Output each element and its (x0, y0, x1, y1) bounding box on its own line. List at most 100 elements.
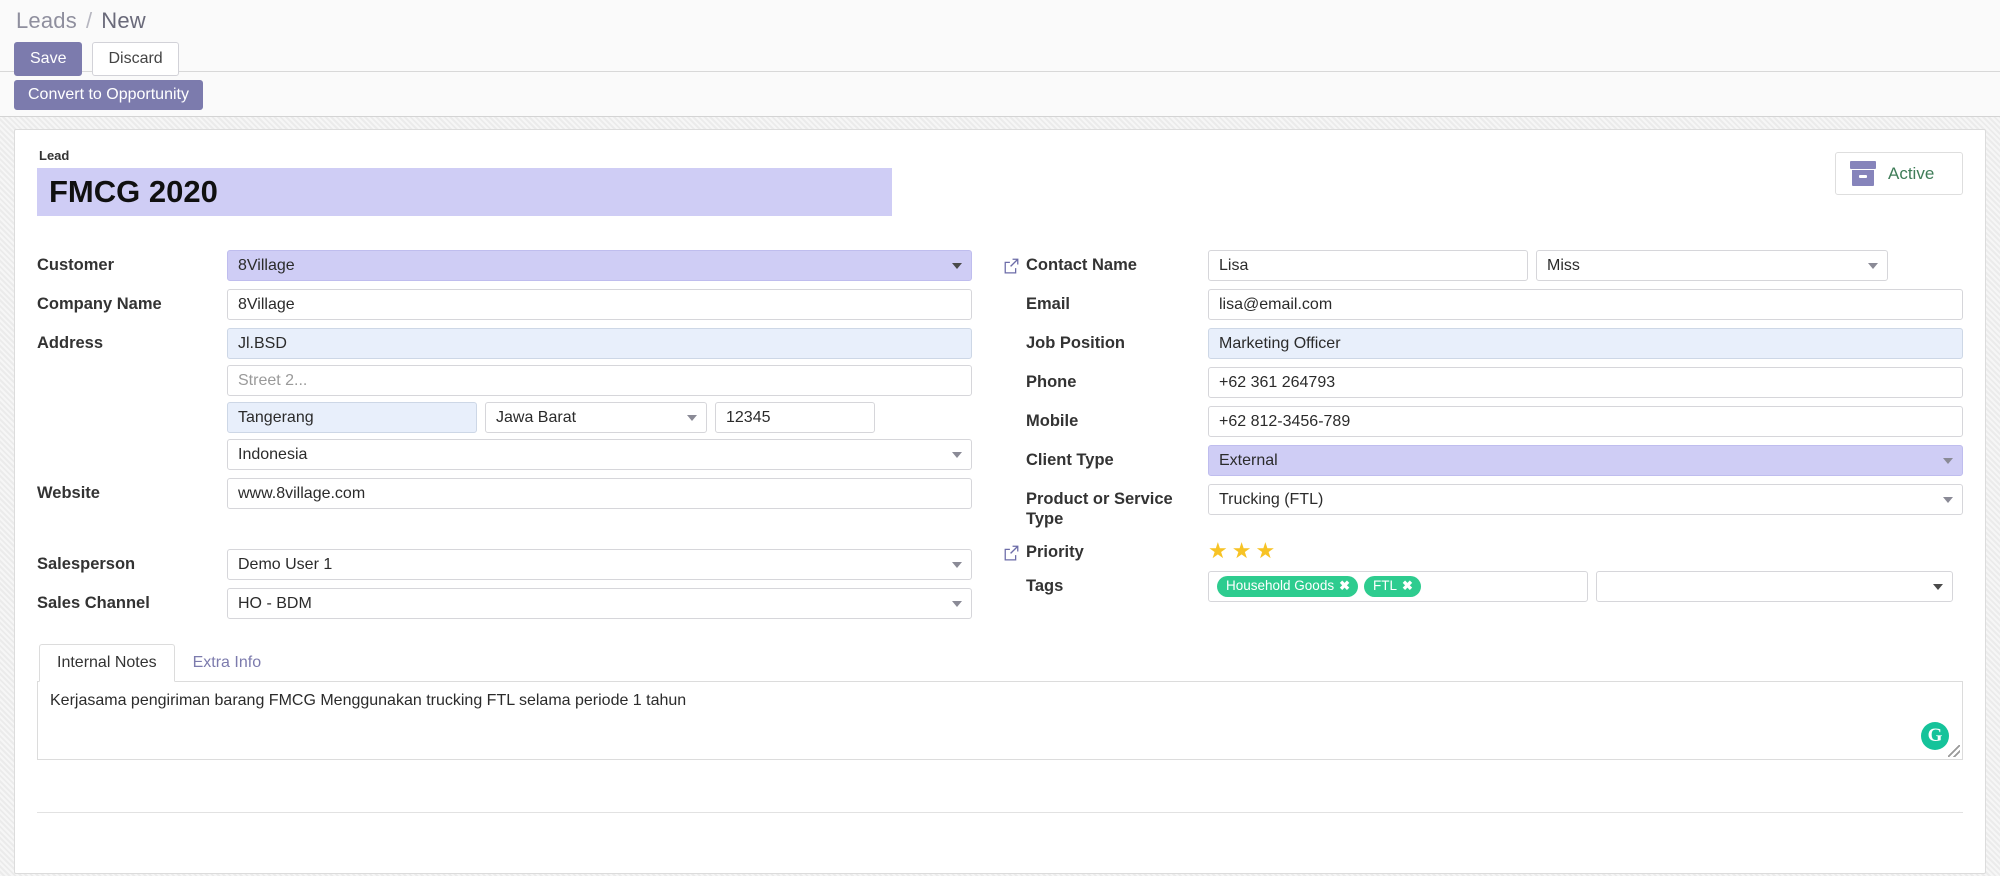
chevron-down-icon[interactable] (952, 262, 962, 269)
external-link-icon[interactable] (1003, 544, 1020, 561)
internal-notes-editor[interactable]: Kerjasama pengiriman barang FMCG Menggun… (37, 682, 1963, 760)
field-company-name: Company Name 8Village (37, 289, 991, 320)
tags-label-group: Tags (1003, 571, 1208, 596)
breadcrumb-separator: / (85, 8, 93, 33)
field-client-type: Client Type External (1003, 445, 1963, 476)
star-icon[interactable]: ★ (1232, 540, 1252, 562)
field-job-position: Job Position Marketing Officer (1003, 328, 1963, 359)
label-spacer (1003, 335, 1020, 352)
label-spacer (1003, 491, 1020, 508)
chevron-down-icon[interactable] (1943, 496, 1953, 503)
tab-extra-info[interactable]: Extra Info (175, 644, 279, 682)
salesperson-label: Salesperson (37, 555, 136, 573)
chevron-down-icon[interactable] (952, 451, 962, 458)
website-input[interactable]: www.8village.com (227, 478, 972, 509)
discard-button[interactable]: Discard (92, 42, 179, 76)
email-label-group: Email (1003, 289, 1208, 314)
control-panel: Leads / New Save Discard (0, 0, 2000, 76)
star-icon[interactable]: ★ (1255, 540, 1275, 562)
tag-label: Household Goods (1226, 578, 1335, 594)
external-link-icon[interactable] (1003, 257, 1020, 274)
email-label: Email (1026, 295, 1071, 313)
product-service-type-label: Product or Service Type (1026, 490, 1173, 529)
sales-channel-input[interactable]: HO - BDM (227, 588, 972, 619)
tags-row: Household Goods ✖ FTL ✖ (1208, 571, 1963, 603)
job-position-label: Job Position (1026, 334, 1125, 352)
priority-label-group: Priority (1003, 537, 1208, 562)
contact-name-label: Contact Name (1026, 256, 1137, 274)
label-spacer (1003, 578, 1020, 595)
archive-box-icon (1850, 161, 1876, 186)
page-background: Active Lead FMCG 2020 Customer 8Village (0, 117, 2000, 876)
address-street-input[interactable]: Jl.BSD (227, 328, 972, 359)
salesperson-value: Demo User 1 (238, 555, 333, 573)
secondary-action-bar: Convert to Opportunity (0, 72, 2000, 117)
job-position-label-group: Job Position (1003, 328, 1208, 353)
product-service-type-select[interactable]: Trucking (FTL) (1208, 484, 1963, 515)
customer-input[interactable]: 8Village (227, 250, 972, 281)
company-name-input[interactable]: 8Village (227, 289, 972, 320)
email-input[interactable]: lisa@email.com (1208, 289, 1963, 320)
address-city-input[interactable]: Tangerang (227, 402, 477, 433)
client-type-label: Client Type (1026, 451, 1114, 469)
field-product-service-type: Product or Service Type Trucking (FTL) (1003, 484, 1963, 529)
tag-remove-icon[interactable]: ✖ (1339, 578, 1350, 594)
sales-channel-value: HO - BDM (238, 594, 312, 612)
field-customer: Customer 8Village (37, 250, 991, 281)
chevron-down-icon[interactable] (952, 600, 962, 607)
status-badge[interactable]: Active (1835, 152, 1963, 195)
contact-title-value: Miss (1547, 256, 1580, 274)
field-priority: Priority ★ ★ ★ (1003, 537, 1963, 567)
contact-name-input[interactable]: Lisa (1208, 250, 1528, 281)
address-street2-input[interactable]: Street 2... (227, 365, 972, 396)
product-service-type-value: Trucking (FTL) (1219, 490, 1324, 508)
form-body: Customer 8Village Company Name 8Village (37, 250, 1963, 627)
notebook-tabs: Internal Notes Extra Info (37, 643, 1963, 682)
grammarly-icon[interactable]: G (1921, 722, 1949, 750)
address-country-select[interactable]: Indonesia (227, 439, 972, 470)
chevron-down-icon[interactable] (687, 414, 697, 421)
address-zip-input[interactable]: 12345 (715, 402, 875, 433)
chevron-down-icon[interactable] (1933, 583, 1943, 590)
lead-title-group: Lead FMCG 2020 (37, 148, 1963, 216)
sheet-bottom-divider (37, 812, 1963, 813)
tag-chip[interactable]: Household Goods ✖ (1217, 576, 1358, 598)
contact-title-select[interactable]: Miss (1536, 250, 1888, 281)
convert-to-opportunity-button[interactable]: Convert to Opportunity (14, 80, 203, 110)
tags-extra-select[interactable] (1596, 571, 1953, 603)
tags-input[interactable]: Household Goods ✖ FTL ✖ (1208, 571, 1588, 603)
form-left-column: Customer 8Village Company Name 8Village (37, 250, 991, 627)
field-tags: Tags Household Goods ✖ FTL ✖ (1003, 571, 1963, 603)
salesperson-input[interactable]: Demo User 1 (227, 549, 972, 580)
client-type-select[interactable]: External (1208, 445, 1963, 476)
contact-name-row: Lisa Miss (1208, 250, 1963, 281)
tab-internal-notes[interactable]: Internal Notes (39, 644, 175, 682)
resize-handle[interactable] (1948, 745, 1960, 757)
phone-label: Phone (1026, 373, 1077, 391)
save-button[interactable]: Save (14, 42, 83, 76)
breadcrumb-current: New (101, 8, 146, 33)
mobile-input[interactable]: +62 812-3456-789 (1208, 406, 1963, 437)
label-spacer (1003, 296, 1020, 313)
job-position-input[interactable]: Marketing Officer (1208, 328, 1963, 359)
star-icon[interactable]: ★ (1208, 540, 1228, 562)
client-type-label-group: Client Type (1003, 445, 1208, 470)
left-column-spacer (37, 517, 991, 549)
phone-input[interactable]: +62 361 264793 (1208, 367, 1963, 398)
lead-name-input[interactable]: FMCG 2020 (37, 168, 892, 216)
chevron-down-icon[interactable] (1868, 262, 1878, 269)
address-city-state-zip-row: Tangerang Jawa Barat 12345 (227, 402, 991, 433)
status-badge-label: Active (1888, 163, 1935, 183)
chevron-down-icon[interactable] (952, 561, 962, 568)
notebook: Internal Notes Extra Info Kerjasama peng… (37, 643, 1963, 760)
client-type-value: External (1219, 451, 1278, 469)
priority-stars[interactable]: ★ ★ ★ (1208, 537, 1963, 562)
website-label: Website (37, 484, 100, 502)
product-service-type-label-group: Product or Service Type (1003, 484, 1208, 529)
tag-remove-icon[interactable]: ✖ (1402, 578, 1413, 594)
address-country-value: Indonesia (238, 445, 308, 463)
tag-chip[interactable]: FTL ✖ (1363, 576, 1421, 598)
chevron-down-icon[interactable] (1943, 457, 1953, 464)
breadcrumb-leads[interactable]: Leads (16, 8, 77, 34)
address-state-select[interactable]: Jawa Barat (485, 402, 707, 433)
